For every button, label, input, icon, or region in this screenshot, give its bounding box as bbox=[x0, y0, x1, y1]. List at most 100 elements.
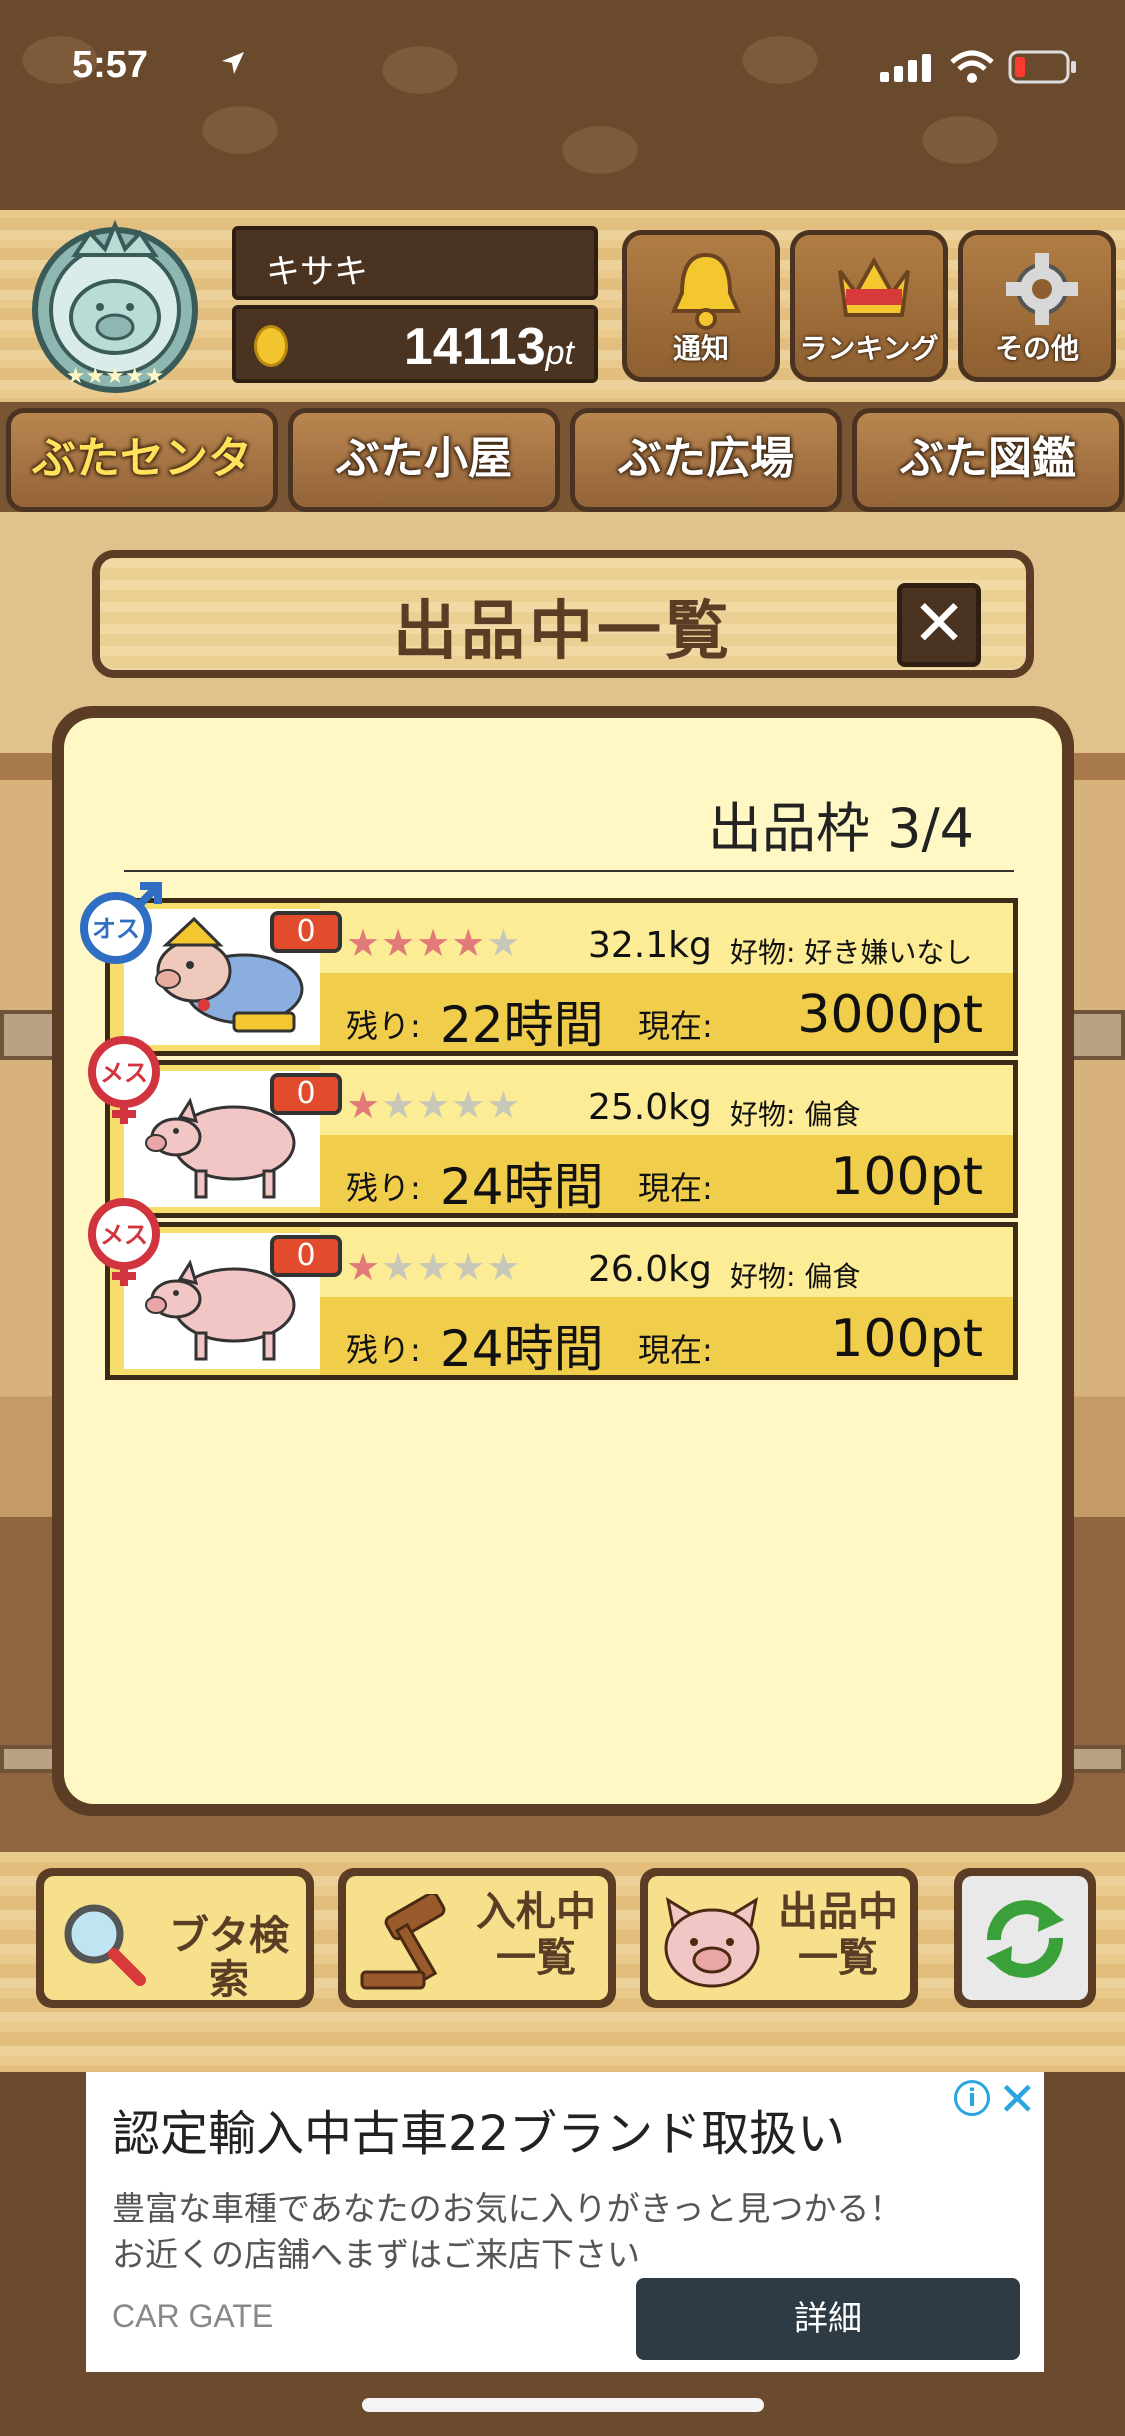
female-label: メス bbox=[100, 1221, 148, 1249]
ad-close-icon[interactable]: ✕ bbox=[998, 2072, 1037, 2126]
ad-info-icon[interactable]: i bbox=[954, 2080, 990, 2116]
listing-list-button[interactable]: 出品中 一覧 bbox=[640, 1868, 918, 2008]
female-label: メス bbox=[100, 1059, 148, 1087]
female-icon: メス bbox=[78, 1034, 170, 1126]
location-arrow-icon bbox=[220, 50, 246, 80]
listing-row-bg: 0 ★★★★★ 26.0kg 好物: 偏食 残り: 24時間 現在: 100pt bbox=[110, 1227, 1013, 1378]
rarity-stars: ★★★★★ bbox=[346, 1245, 521, 1289]
barn-beam bbox=[0, 1010, 60, 1060]
female-icon: メス bbox=[78, 1196, 170, 1288]
pig-face-icon bbox=[664, 1896, 760, 1988]
tab-buta-plaza[interactable]: ぶた広場 bbox=[570, 408, 842, 512]
remaining-label: 残り: bbox=[346, 1169, 421, 1207]
star-empty-icon: ★ bbox=[416, 1245, 452, 1289]
listing-label-line1: 出品中 bbox=[778, 1889, 898, 1935]
points-value: 14113pt bbox=[404, 317, 574, 377]
gavel-icon bbox=[360, 1894, 446, 1990]
ranking-label: ランキング bbox=[799, 332, 939, 365]
home-indicator[interactable] bbox=[362, 2398, 764, 2412]
star-filled-icon: ★ bbox=[346, 921, 382, 965]
favorite-food: 好物: 好き嫌いなし bbox=[730, 936, 973, 969]
badge-count: 0 bbox=[270, 911, 342, 953]
dialog-title: 出品中一覧 bbox=[393, 595, 733, 669]
remaining-time: 22時間 bbox=[440, 996, 604, 1054]
ad-source: CAR GATE bbox=[112, 2298, 274, 2334]
ad-description: お近くの店舗へまずはご来店下さい bbox=[112, 2235, 640, 2274]
refresh-button[interactable] bbox=[954, 1868, 1096, 2008]
dialog-title-plate: 出品中一覧 ✕ bbox=[92, 550, 1034, 678]
remaining-label: 残り: bbox=[346, 1331, 421, 1369]
star-empty-icon: ★ bbox=[486, 921, 522, 965]
weight-value: 26.0kg bbox=[588, 1249, 712, 1290]
remaining-label: 残り: bbox=[346, 1007, 421, 1045]
svg-text:★★★★★: ★★★★★ bbox=[66, 364, 165, 389]
bidding-label-line1: 入札中 bbox=[476, 1889, 596, 1935]
barn-beam bbox=[1065, 1010, 1125, 1060]
listing-row-bg: 0 ★★★★★ 25.0kg 好物: 偏食 残り: 24時間 現在: 100pt bbox=[110, 1065, 1013, 1216]
current-price: 100pt bbox=[830, 1147, 983, 1207]
favorite-food: 好物: 偏食 bbox=[730, 1260, 861, 1293]
remaining-time: 24時間 bbox=[440, 1158, 604, 1216]
avatar-badge[interactable]: ★★★★★ bbox=[20, 215, 210, 395]
battery-icon bbox=[1008, 50, 1078, 88]
notification-button[interactable]: 通知 bbox=[622, 230, 780, 382]
signal-icon bbox=[880, 52, 936, 86]
ranking-button[interactable]: ランキング bbox=[790, 230, 948, 382]
star-empty-icon: ★ bbox=[451, 1083, 487, 1127]
star-empty-icon: ★ bbox=[486, 1245, 522, 1289]
listing-row-bg: 0 ★★★★★ 32.1kg 好物: 好き嫌いなし 残り: 22時間 現在: 3… bbox=[110, 903, 1013, 1054]
notification-label: 通知 bbox=[672, 332, 729, 365]
current-label: 現在: bbox=[638, 1331, 713, 1369]
listing-list-button-face: 出品中 一覧 bbox=[648, 1876, 910, 2000]
bidding-list-button[interactable]: 入札中 一覧 bbox=[338, 1868, 616, 2008]
star-empty-icon: ★ bbox=[451, 1245, 487, 1289]
star-filled-icon: ★ bbox=[451, 921, 487, 965]
refresh-icon bbox=[986, 1900, 1064, 1978]
pig-search-button-face: ブタ検索 bbox=[44, 1876, 306, 2003]
weight-value: 32.1kg bbox=[588, 925, 712, 966]
points-number: 14113 bbox=[403, 318, 546, 376]
star-empty-icon: ★ bbox=[381, 1245, 417, 1289]
gear-icon bbox=[1006, 253, 1078, 325]
pig-search-label: ブタ検索 bbox=[169, 1913, 289, 2003]
bell-icon bbox=[670, 252, 742, 330]
badge-count: 0 bbox=[270, 1235, 342, 1277]
current-price: 3000pt bbox=[797, 985, 983, 1045]
listing-label-line2: 一覧 bbox=[798, 1935, 878, 1981]
divider bbox=[124, 870, 1014, 872]
badge-count: 0 bbox=[270, 1073, 342, 1115]
bidding-list-button-face: 入札中 一覧 bbox=[346, 1876, 608, 2000]
star-empty-icon: ★ bbox=[381, 1083, 417, 1127]
listing-row[interactable]: 0 ★★★★★ 26.0kg 好物: 偏食 残り: 24時間 現在: 100pt bbox=[105, 1222, 1018, 1380]
refresh-button-face bbox=[962, 1876, 1088, 2000]
rarity-stars: ★★★★★ bbox=[346, 921, 521, 965]
wifi-icon bbox=[950, 50, 994, 88]
other-button[interactable]: その他 bbox=[958, 230, 1116, 382]
points-unit: pt bbox=[545, 334, 574, 372]
star-filled-icon: ★ bbox=[381, 921, 417, 965]
current-price: 100pt bbox=[830, 1309, 983, 1369]
ad-title: 認定輸入中古車22ブランド取扱い bbox=[112, 2106, 846, 2162]
coin-icon bbox=[254, 325, 288, 367]
top-pattern-background bbox=[0, 0, 1125, 215]
pig-king-avatar-icon: ★★★★★ bbox=[32, 219, 198, 393]
tab-buta-encyclopedia[interactable]: ぶた図鑑 bbox=[852, 408, 1124, 512]
star-empty-icon: ★ bbox=[486, 1083, 522, 1127]
weight-value: 25.0kg bbox=[588, 1087, 712, 1128]
favorite-food: 好物: 偏食 bbox=[730, 1098, 861, 1131]
close-button[interactable]: ✕ bbox=[897, 583, 981, 667]
ad-detail-button[interactable]: 詳細 bbox=[636, 2278, 1020, 2360]
listing-row[interactable]: 0 ★★★★★ 25.0kg 好物: 偏食 残り: 24時間 現在: 100pt bbox=[105, 1060, 1018, 1218]
status-time: 5:57 bbox=[72, 44, 149, 86]
listing-row[interactable]: 0 ★★★★★ 32.1kg 好物: 好き嫌いなし 残り: 22時間 現在: 3… bbox=[105, 898, 1018, 1056]
current-label: 現在: bbox=[638, 1169, 713, 1207]
tab-buta-center[interactable]: ぶたセンター bbox=[6, 408, 278, 576]
magnifier-icon bbox=[64, 1904, 146, 1986]
current-label: 現在: bbox=[638, 1007, 713, 1045]
star-filled-icon: ★ bbox=[416, 921, 452, 965]
pig-search-button[interactable]: ブタ検索 bbox=[36, 1868, 314, 2008]
ad-banner[interactable]: 認定輸入中古車22ブランド取扱い 豊富な車種であなたのお気に入りがきっと見つかる… bbox=[86, 2072, 1044, 2372]
tab-buta-hut[interactable]: ぶた小屋 bbox=[288, 408, 560, 512]
other-label: その他 bbox=[994, 332, 1079, 365]
star-empty-icon: ★ bbox=[416, 1083, 452, 1127]
